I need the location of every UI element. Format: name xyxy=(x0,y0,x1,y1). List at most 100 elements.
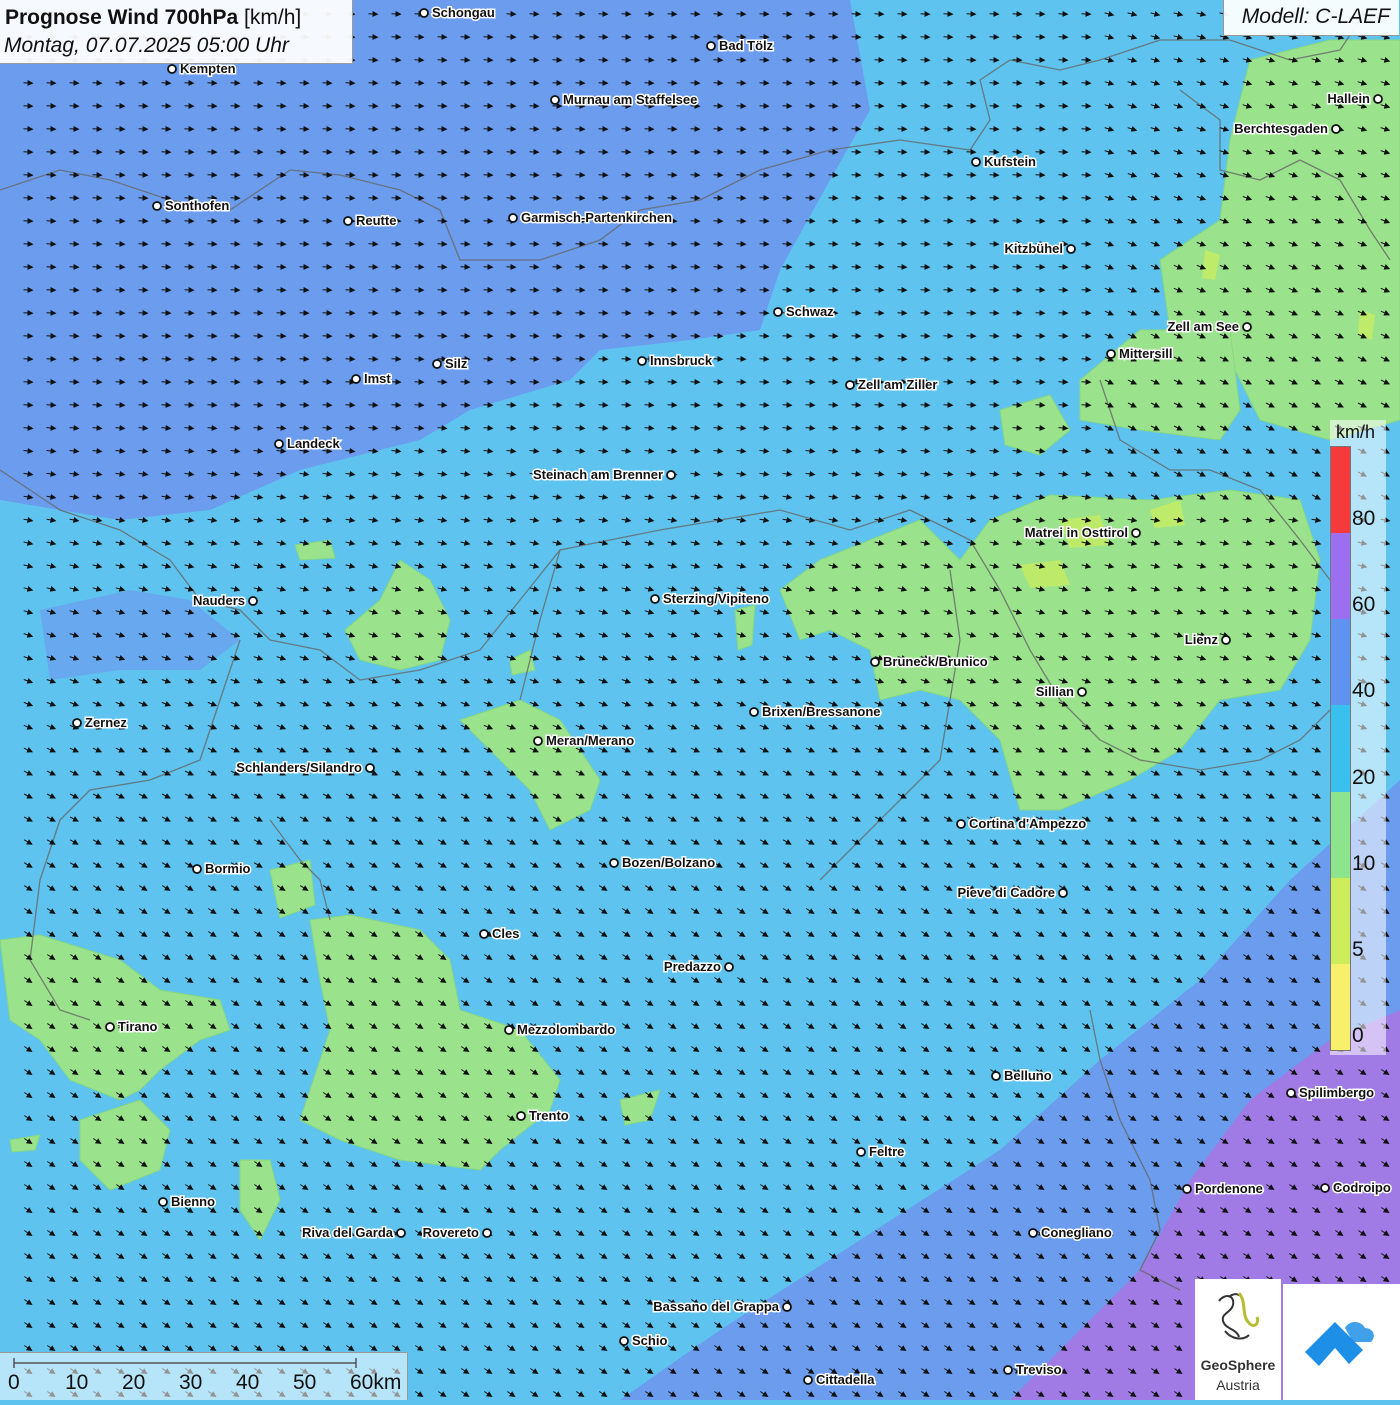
place-label: Brixen/Bressanone xyxy=(762,704,881,719)
place-label: Bad Tölz xyxy=(719,38,774,53)
place-label: Schlanders/Silandro xyxy=(236,760,362,775)
place-label: Reutte xyxy=(356,213,396,228)
wind-arrow xyxy=(185,405,194,406)
place-dot xyxy=(651,595,659,603)
place-dot xyxy=(168,65,176,73)
place-dot xyxy=(1321,1184,1329,1192)
legend-tick-label: 0 xyxy=(1352,1024,1364,1048)
place-label: Silz xyxy=(445,356,468,371)
place-dot xyxy=(1332,125,1340,133)
map-title: Prognose Wind 700hPa [km/h] xyxy=(5,6,301,30)
place-dot xyxy=(1029,1229,1037,1237)
wind-map: SchongauBad TölzKemptenMurnau am Staffel… xyxy=(0,0,1400,1400)
wind-arrow xyxy=(737,405,746,406)
wind-arrow xyxy=(461,405,470,406)
forecast-datetime: Montag, 07.07.2025 05:00 Uhr xyxy=(4,34,289,58)
place-dot xyxy=(397,1229,405,1237)
place-dot xyxy=(249,597,257,605)
title-box: Prognose Wind 700hPa [km/h] Montag, 07.0… xyxy=(0,0,353,64)
wind-arrow xyxy=(254,405,263,406)
legend-segment xyxy=(1331,878,1350,964)
place-label: Hallein xyxy=(1327,91,1370,106)
wind-arrow xyxy=(944,405,953,406)
place-dot xyxy=(1059,889,1067,897)
wind-arrow xyxy=(208,405,217,406)
wind-arrow xyxy=(691,405,700,406)
place-dot xyxy=(638,357,646,365)
wind-arrow xyxy=(806,405,815,406)
place-dot xyxy=(344,217,352,225)
place-label: Predazzo xyxy=(664,959,721,974)
place-label: Belluno xyxy=(1004,1068,1052,1083)
place-label: Cortina d'Ampezzo xyxy=(969,816,1086,831)
place-dot xyxy=(1183,1185,1191,1193)
geosphere-name: GeoSphere xyxy=(1195,1357,1281,1373)
place-dot xyxy=(193,865,201,873)
legend-segment xyxy=(1331,447,1350,533)
legend-tick-label: 10 xyxy=(1352,852,1375,876)
place-label: Lienz xyxy=(1185,632,1219,647)
legend-segment xyxy=(1331,533,1350,619)
wind-arrow xyxy=(438,405,447,406)
geosphere-emblem-icon xyxy=(1195,1279,1281,1354)
wind-arrow xyxy=(898,405,907,406)
place-dot xyxy=(707,42,715,50)
place-dot xyxy=(480,930,488,938)
title-unit: [km/h] xyxy=(244,6,301,29)
place-dot xyxy=(857,1148,865,1156)
wind-arrow xyxy=(507,405,516,406)
scale-label: 0 xyxy=(8,1371,20,1395)
place-label: Riva del Garda xyxy=(302,1225,394,1240)
place-dot xyxy=(1287,1089,1295,1097)
wind-arrow xyxy=(1082,405,1091,406)
place-dot xyxy=(957,820,965,828)
place-dot xyxy=(871,658,879,666)
place-label: Cittadella xyxy=(816,1372,875,1387)
wind-arrow xyxy=(829,405,838,406)
legend-segment xyxy=(1331,705,1350,791)
legend-tick-label: 80 xyxy=(1352,507,1375,531)
place-dot xyxy=(1132,529,1140,537)
place-dot xyxy=(106,1023,114,1031)
wind-arrow xyxy=(875,405,884,406)
place-dot xyxy=(1004,1366,1012,1374)
place-label: Bienno xyxy=(171,1194,215,1209)
wind-arrow xyxy=(369,405,378,406)
wind-arrow xyxy=(668,405,677,406)
scale-label: 50 xyxy=(293,1371,316,1395)
wind-arrow xyxy=(576,405,585,406)
place-dot xyxy=(804,1376,812,1384)
scale-label: 30 xyxy=(179,1371,202,1395)
place-label: Sterzing/Vipiteno xyxy=(663,591,769,606)
legend-tick-label: 40 xyxy=(1352,679,1375,703)
wind-arrow xyxy=(70,405,79,406)
place-dot xyxy=(1243,323,1251,331)
place-dot xyxy=(517,1112,525,1120)
wind-arrow xyxy=(967,405,976,406)
place-dot xyxy=(610,859,618,867)
place-label: Pieve di Cadore xyxy=(957,885,1055,900)
place-label: Bassano del Grappa xyxy=(653,1299,779,1314)
place-label: Pordenone xyxy=(1195,1181,1263,1196)
place-dot xyxy=(1222,636,1230,644)
place-dot xyxy=(774,308,782,316)
place-label: Schongau xyxy=(432,5,495,20)
wind-arrow xyxy=(116,405,125,406)
scale-label: 20 xyxy=(122,1371,145,1395)
place-dot xyxy=(420,9,428,17)
place-label: Berchtesgaden xyxy=(1234,121,1328,136)
place-label: Codroipo xyxy=(1333,1180,1391,1195)
place-dot xyxy=(1078,688,1086,696)
place-label: Innsbruck xyxy=(650,353,713,368)
place-dot xyxy=(366,764,374,772)
place-dot xyxy=(275,440,283,448)
place-dot xyxy=(750,708,758,716)
place-dot xyxy=(534,737,542,745)
place-label: Zernez xyxy=(85,715,127,730)
place-label: Tirano xyxy=(118,1019,158,1034)
model-box: Modell: C-LAEF xyxy=(1223,0,1399,36)
scale-label: 60km xyxy=(350,1371,401,1395)
scale-bar: 0102030405060km xyxy=(0,1352,408,1400)
legend-segment xyxy=(1331,792,1350,878)
wind-arrow xyxy=(714,405,723,406)
